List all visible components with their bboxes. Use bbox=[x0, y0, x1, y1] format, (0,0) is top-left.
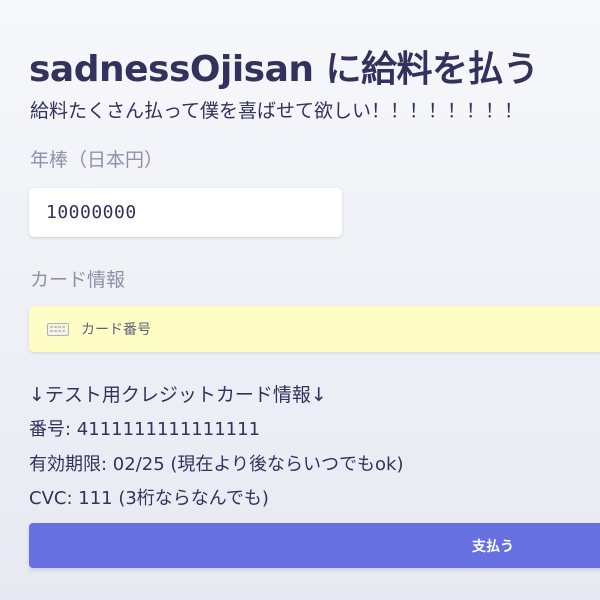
page-subtitle: 給料たくさん払って僕を喜ばせて欲しい！！！！！！！！ bbox=[30, 100, 524, 122]
test-card-heading: ↓テスト用クレジットカード情報↓ bbox=[29, 384, 327, 406]
pay-button-label: 支払う bbox=[472, 539, 514, 555]
credit-card-icon bbox=[47, 322, 69, 336]
test-card-number: 番号: 4111111111111111 bbox=[29, 419, 261, 440]
card-number-field[interactable]: カード番号 bbox=[29, 306, 600, 352]
pay-button[interactable]: 支払う bbox=[29, 523, 600, 568]
card-info-label: カード情報 bbox=[30, 269, 126, 291]
test-card-expiry: 有効期限: 02/25 (現在より後ならいつでもok) bbox=[29, 454, 404, 475]
salary-label: 年棒（日本円） bbox=[30, 149, 164, 171]
page-title: sadnessOjisan に給料を払う bbox=[29, 49, 539, 90]
card-number-placeholder: カード番号 bbox=[81, 322, 151, 338]
salary-input[interactable] bbox=[29, 188, 342, 237]
payment-page: sadnessOjisan に給料を払う 給料たくさん払って僕を喜ばせて欲しい！… bbox=[0, 0, 600, 600]
test-card-cvc: CVC: 111 (3桁ならなんでも) bbox=[29, 488, 269, 509]
